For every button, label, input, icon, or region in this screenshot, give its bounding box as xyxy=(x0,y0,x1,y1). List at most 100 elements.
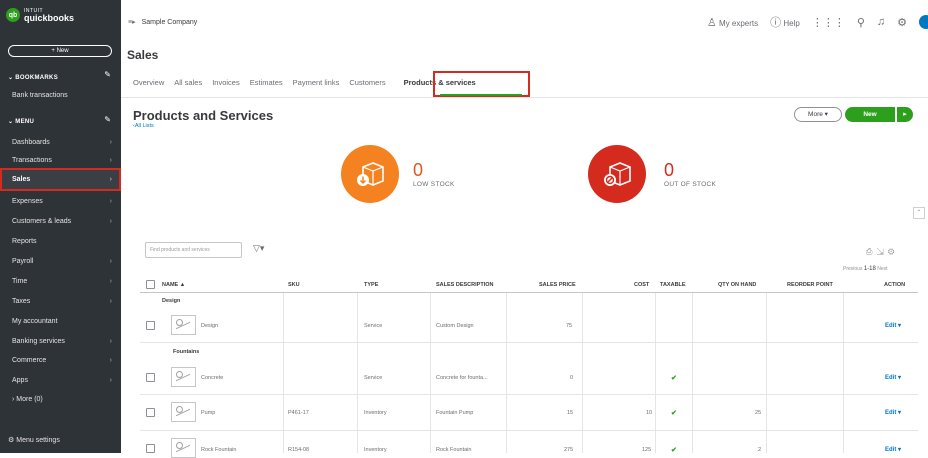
chevron-right-icon: › xyxy=(109,377,112,384)
tab-customers[interactable]: Customers xyxy=(349,78,385,87)
cell-qty: 25 xyxy=(755,410,762,416)
menu-section-header[interactable]: ⌄ MENU xyxy=(8,118,34,125)
sidebar-item-payroll[interactable]: Payroll › xyxy=(12,258,112,265)
logo-quickbooks-text: quickbooks xyxy=(24,13,75,23)
sidebar-item-time[interactable]: Time › xyxy=(12,278,112,285)
header-name[interactable]: NAME ▲ xyxy=(162,282,185,288)
collapse-arrow-icon[interactable]: ⌃ xyxy=(913,207,925,219)
filter-icon[interactable]: ▽▾ xyxy=(253,243,264,254)
bell-icon[interactable]: ♫ xyxy=(877,16,885,28)
box-blocked-icon xyxy=(604,162,631,186)
sidebar-item-transactions[interactable]: Transactions › xyxy=(12,157,112,164)
edit-bookmarks-pencil-icon[interactable]: ✎ xyxy=(104,70,111,79)
low-stock-label: LOW STOCK xyxy=(413,181,455,188)
table-row: Rock Fountain R154-08 Inventory Rock Fou… xyxy=(140,431,918,458)
tab-payment-links[interactable]: Payment links xyxy=(293,78,340,87)
header-type[interactable]: TYPE xyxy=(364,282,378,288)
sidebar-item-customers-leads[interactable]: Customers & leads › xyxy=(12,218,112,225)
tab-overview[interactable]: Overview xyxy=(133,78,164,87)
edit-menu-pencil-icon[interactable]: ✎ xyxy=(104,115,111,124)
cell-type: Service xyxy=(364,375,383,381)
chevron-right-icon: › xyxy=(109,218,112,225)
gear-icon[interactable]: ⚙ xyxy=(897,16,907,29)
out-of-stock-tile[interactable] xyxy=(588,145,646,203)
cell-description: Fountain Pump xyxy=(436,410,474,416)
row-checkbox[interactable] xyxy=(146,373,155,382)
sidebar-new-button[interactable]: + New xyxy=(8,45,112,57)
new-dropdown-arrow-icon[interactable]: ▸ xyxy=(896,107,913,122)
sidebar-item-expenses[interactable]: Expenses › xyxy=(12,198,112,205)
sidebar-item-bank-transactions[interactable]: Bank transactions xyxy=(12,92,112,99)
edit-button[interactable]: Edit ▾ xyxy=(885,322,901,329)
help-icon: ⓘ xyxy=(770,17,782,29)
top-bar: ≡▸ Sample Company ♙ My experts ⓘ Help ⋮⋮⋮… xyxy=(121,0,928,44)
sidebar-item-apps[interactable]: Apps › xyxy=(12,377,112,384)
sidebar-item-commerce[interactable]: Commerce › xyxy=(12,357,112,364)
cell-price: 15 xyxy=(567,410,574,416)
more-button[interactable]: More ▾ xyxy=(794,107,842,122)
tab-estimates[interactable]: Estimates xyxy=(250,78,283,87)
chevron-right-icon: › xyxy=(109,139,112,146)
row-checkbox[interactable] xyxy=(146,321,155,330)
quickbooks-logo[interactable]: qb INTUIT quickbooks xyxy=(6,8,75,23)
pager-next[interactable]: Next xyxy=(877,266,887,272)
select-all-checkbox[interactable] xyxy=(146,280,155,289)
tab-invoices[interactable]: Invoices xyxy=(212,78,240,87)
all-lists-link[interactable]: ‹All Lists xyxy=(133,123,154,129)
header-sales-description[interactable]: SALES DESCRIPTION xyxy=(436,282,493,288)
chevron-down-icon[interactable]: ▾ xyxy=(898,323,901,329)
export-icon[interactable]: ⇲ xyxy=(876,247,887,256)
sidebar-item-banking-services[interactable]: Banking services › xyxy=(12,338,112,345)
print-icon[interactable]: ⎙ xyxy=(866,247,876,256)
product-image-placeholder-icon xyxy=(171,402,196,422)
header-action: ACTION xyxy=(884,282,906,288)
gear-icon: ⚙ xyxy=(8,437,15,444)
settings-icon[interactable]: ⚙ xyxy=(888,247,898,256)
pager-previous[interactable]: Previous xyxy=(843,266,862,272)
help-button[interactable]: ⓘ Help xyxy=(770,14,800,30)
column-divider xyxy=(506,293,507,453)
search-icon[interactable]: ⚲ xyxy=(857,16,865,29)
header-sku[interactable]: SKU xyxy=(288,282,300,288)
chevron-down-icon: ▾ xyxy=(824,111,828,118)
chevron-down-icon[interactable]: ▾ xyxy=(898,375,901,381)
taxable-check-icon: ✔ xyxy=(671,375,677,382)
header-cost[interactable]: COST xyxy=(634,282,649,288)
row-checkbox[interactable] xyxy=(146,408,155,417)
sidebar-item-dashboards[interactable]: Dashboards › xyxy=(12,139,112,146)
edit-button[interactable]: Edit ▾ xyxy=(885,446,901,453)
menu-settings-link[interactable]: ⚙ Menu settings xyxy=(8,436,60,444)
table-header: NAME ▲ SKU TYPE SALES DESCRIPTION SALES … xyxy=(140,277,918,293)
edit-button[interactable]: Edit ▾ xyxy=(885,374,901,381)
sidebar-item-sales[interactable]: Sales › xyxy=(12,176,112,183)
low-stock-tile[interactable] xyxy=(341,145,399,203)
bookmarks-section-header[interactable]: ⌄ BOOKMARKS xyxy=(8,74,58,81)
person-icon: ♙ xyxy=(706,16,717,29)
avatar[interactable] xyxy=(919,15,928,29)
collapse-menu-icon[interactable]: ≡▸ xyxy=(128,19,136,26)
chevron-right-icon: › xyxy=(109,338,112,345)
edit-button[interactable]: Edit ▾ xyxy=(885,409,901,416)
sidebar-item-my-accountant[interactable]: My accountant xyxy=(12,318,112,325)
header-taxable[interactable]: TAXABLE xyxy=(660,282,686,288)
pager-range: 1-18 xyxy=(863,266,876,272)
header-reorder-point[interactable]: REORDER POINT xyxy=(787,282,833,288)
chevron-down-icon[interactable]: ▾ xyxy=(898,447,901,453)
header-qty-on-hand[interactable]: QTY ON HAND xyxy=(718,282,756,288)
out-of-stock-count: 0 xyxy=(664,160,675,180)
sales-tabs: Overview All sales Invoices Estimates Pa… xyxy=(133,78,476,87)
column-divider xyxy=(692,293,693,453)
search-input[interactable]: Find products and services xyxy=(145,242,242,258)
company-switcher[interactable]: ≡▸ Sample Company xyxy=(128,18,197,26)
cell-name: Pump xyxy=(201,410,216,416)
header-sales-price[interactable]: SALES PRICE xyxy=(539,282,576,288)
chevron-down-icon[interactable]: ▾ xyxy=(898,410,901,416)
my-experts-button[interactable]: ♙ My experts xyxy=(707,16,758,29)
sidebar-item-more[interactable]: › More (0) xyxy=(12,396,112,403)
sidebar-item-taxes[interactable]: Taxes › xyxy=(12,298,112,305)
sidebar-item-reports[interactable]: Reports xyxy=(12,238,112,245)
new-product-button[interactable]: New xyxy=(845,107,895,122)
apps-grid-icon[interactable]: ⋮⋮⋮ xyxy=(812,16,845,29)
tab-all-sales[interactable]: All sales xyxy=(174,78,202,87)
row-checkbox[interactable] xyxy=(146,444,155,453)
